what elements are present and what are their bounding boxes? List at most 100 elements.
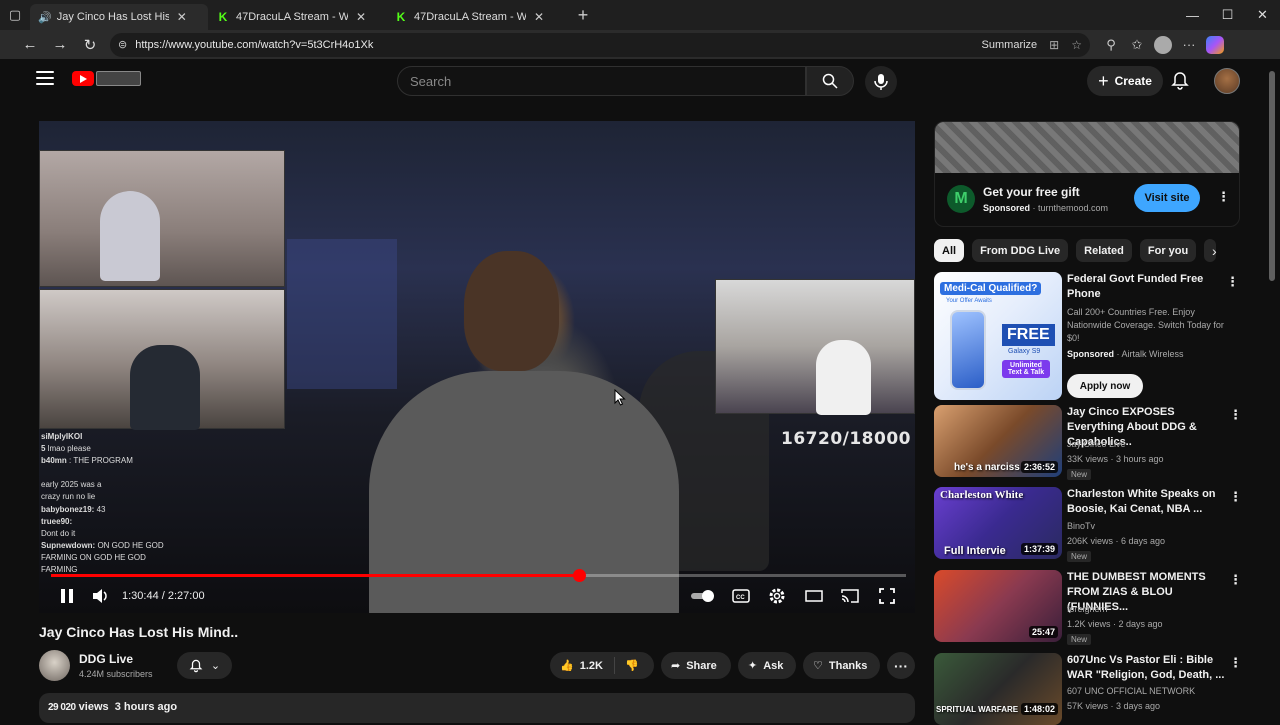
create-label: Create xyxy=(1114,74,1152,88)
scrollbar-thumb[interactable] xyxy=(1269,71,1275,281)
recommendation-item[interactable]: he's a narciss 2:36:52 Jay Cinco EXPOSES… xyxy=(934,405,1242,481)
ad-banner-image xyxy=(935,122,1239,173)
channel-name[interactable]: BinoTv xyxy=(1067,520,1095,533)
ask-button[interactable]: ✦ Ask xyxy=(738,652,796,679)
browser-tab-kick-1[interactable]: K 47DracuLA Stream - Watch Live o ✕ xyxy=(208,4,386,30)
channel-name[interactable]: DDG Live xyxy=(79,652,133,666)
video-meta: 1.2K views · 2 days ago xyxy=(1067,619,1163,629)
channel-avatar[interactable] xyxy=(39,650,70,681)
profile-avatar-icon xyxy=(1154,35,1172,54)
menu-dots-icon[interactable]: ··· xyxy=(1176,37,1202,52)
close-window-icon[interactable]: ✕ xyxy=(1245,0,1280,30)
recommendation-item[interactable]: Charleston White Full Intervie 1:37:39 C… xyxy=(934,487,1242,563)
chip-related[interactable]: Related xyxy=(1076,239,1132,262)
search-button[interactable] xyxy=(806,66,854,96)
more-actions-button[interactable]: ··· xyxy=(887,652,915,679)
minimize-icon[interactable]: — xyxy=(1175,0,1210,30)
channel-name[interactable]: foreignerrr xyxy=(1067,603,1109,616)
create-button[interactable]: + Create xyxy=(1087,66,1163,96)
notifications-bell-icon[interactable] xyxy=(1170,71,1190,91)
copilot-button[interactable] xyxy=(1202,35,1228,54)
new-tab-button[interactable]: + xyxy=(570,2,596,28)
browser-tab-youtube[interactable]: ▶ 🔊 Jay Cinco Has Lost His Mind.. ✕ xyxy=(30,4,208,77)
favorite-star-icon[interactable]: ☆ xyxy=(1071,38,1082,52)
webcam-overlay-right xyxy=(715,279,915,415)
channel-name[interactable]: 607 UNC OFFICIAL NETWORK xyxy=(1067,685,1195,698)
sponsored-ad-card[interactable]: M Get your free gift Sponsored · turnthe… xyxy=(934,121,1240,227)
search-input[interactable]: Search xyxy=(397,66,806,96)
new-badge: New xyxy=(1067,634,1092,645)
fullscreen-button[interactable] xyxy=(877,585,897,607)
thanks-button[interactable]: ♡ Thanks xyxy=(803,652,880,679)
site-info-icon[interactable]: ⊜ xyxy=(118,38,127,51)
close-tab-icon[interactable]: ✕ xyxy=(534,10,544,24)
dislike-button[interactable]: 👎 xyxy=(615,659,639,672)
recommendation-item[interactable]: 25:47 THE DUMBEST MOMENTS FROM ZIAS & BL… xyxy=(934,570,1242,646)
account-avatar[interactable] xyxy=(1214,68,1240,94)
chip-from-channel[interactable]: From DDG Live xyxy=(972,239,1069,262)
autoplay-toggle[interactable] xyxy=(689,585,717,607)
forward-arrow-icon[interactable]: → xyxy=(46,31,74,59)
chevron-right-icon[interactable]: › xyxy=(1212,243,1217,259)
youtube-masthead: Search + Create xyxy=(16,59,1264,103)
settings-button[interactable] xyxy=(767,585,787,607)
ad-domain: turnthemood.com xyxy=(1038,203,1109,213)
summarize-button[interactable]: Summarize xyxy=(982,39,1038,51)
close-tab-icon[interactable]: ✕ xyxy=(177,10,187,24)
more-horizontal-icon: ··· xyxy=(894,657,908,674)
captions-icon: CC xyxy=(732,589,750,603)
captions-button[interactable]: CC xyxy=(731,585,751,607)
video-meta: 206K views · 6 days ago xyxy=(1067,536,1166,546)
profile-avatar[interactable] xyxy=(1150,35,1176,54)
recommendation-menu-icon[interactable]: ⋮ xyxy=(1229,655,1242,671)
page-scrollbar[interactable] xyxy=(1264,59,1280,720)
car-window-light xyxy=(287,239,397,389)
voice-search-button[interactable] xyxy=(865,66,897,98)
sponsored-recommendation[interactable]: Medi-Cal Qualified? Your Offer Awaits FR… xyxy=(934,272,1240,402)
mute-button[interactable] xyxy=(91,585,111,607)
chip-all[interactable]: All xyxy=(934,239,965,262)
youtube-doodle-icon[interactable] xyxy=(96,71,141,86)
duration-badge: 1:37:39 xyxy=(1020,543,1058,555)
guide-menu-icon[interactable] xyxy=(36,71,54,85)
reader-icon[interactable]: ⊞ xyxy=(1049,38,1059,52)
seek-bar[interactable] xyxy=(51,569,906,582)
recommendation-menu-icon[interactable]: ⋮ xyxy=(1229,572,1242,588)
address-bar[interactable]: ⊜ https://www.youtube.com/watch?v=5t3CrH… xyxy=(110,32,1090,57)
recommendation-menu-icon[interactable]: ⋮ xyxy=(1229,407,1242,423)
new-badge: New xyxy=(1067,469,1092,480)
pause-button[interactable] xyxy=(57,585,77,607)
maximize-icon[interactable]: ☐ xyxy=(1210,0,1245,30)
recommendation-menu-icon[interactable]: ⋮ xyxy=(1229,489,1242,505)
chip-for-you[interactable]: For you xyxy=(1139,239,1197,262)
fullscreen-icon xyxy=(879,588,895,604)
cast-button[interactable] xyxy=(840,585,860,607)
chat-line: truee90: xyxy=(41,516,73,526)
video-thumbnail: he's a narciss 2:36:52 xyxy=(934,405,1062,477)
speaker-icon[interactable]: 🔊 xyxy=(38,11,52,24)
back-arrow-icon[interactable]: ← xyxy=(16,31,44,59)
reload-icon[interactable]: ↻ xyxy=(76,31,104,59)
video-player[interactable]: 16720/18000 siMplyIKOI 5 lmao please b40… xyxy=(39,121,915,613)
like-button[interactable]: 👍 1.2K xyxy=(550,657,615,674)
share-button[interactable]: ➦ Share xyxy=(661,652,731,679)
favorites-icon[interactable]: ✩ xyxy=(1124,37,1150,53)
apply-now-button[interactable]: Apply now xyxy=(1067,374,1143,398)
webcam-overlay-top-left xyxy=(39,150,285,287)
theater-mode-button[interactable] xyxy=(804,585,824,607)
view-count-line: 29 020 views 3 hours ago xyxy=(48,701,177,713)
visit-site-button[interactable]: Visit site xyxy=(1134,184,1200,212)
youtube-logo-icon[interactable] xyxy=(72,71,94,86)
extensions-icon[interactable]: ⚲ xyxy=(1098,37,1124,53)
browser-tab-kick-2[interactable]: K 47DracuLA Stream - Watch Live o ✕ xyxy=(386,4,564,30)
channel-name[interactable]: Jay Cinco Live xyxy=(1067,438,1126,451)
tab-actions-icon[interactable]: ▢ xyxy=(0,0,30,30)
recommendation-menu-icon[interactable]: ⋮ xyxy=(1226,274,1239,290)
subscribed-notifications-button[interactable]: ⌄ xyxy=(177,652,232,679)
recommendation-item[interactable]: SPRITUAL WARFARE 1:48:02 607Unc Vs Pasto… xyxy=(934,653,1242,725)
tab-title: Jay Cinco Has Lost His Mind.. xyxy=(56,11,169,23)
ad-menu-icon[interactable]: ⋮ xyxy=(1217,189,1230,205)
thumb-unlimited: Unlimited Text & Talk xyxy=(1002,360,1050,378)
chat-line: Dont do it xyxy=(41,528,76,538)
close-tab-icon[interactable]: ✕ xyxy=(356,10,366,24)
